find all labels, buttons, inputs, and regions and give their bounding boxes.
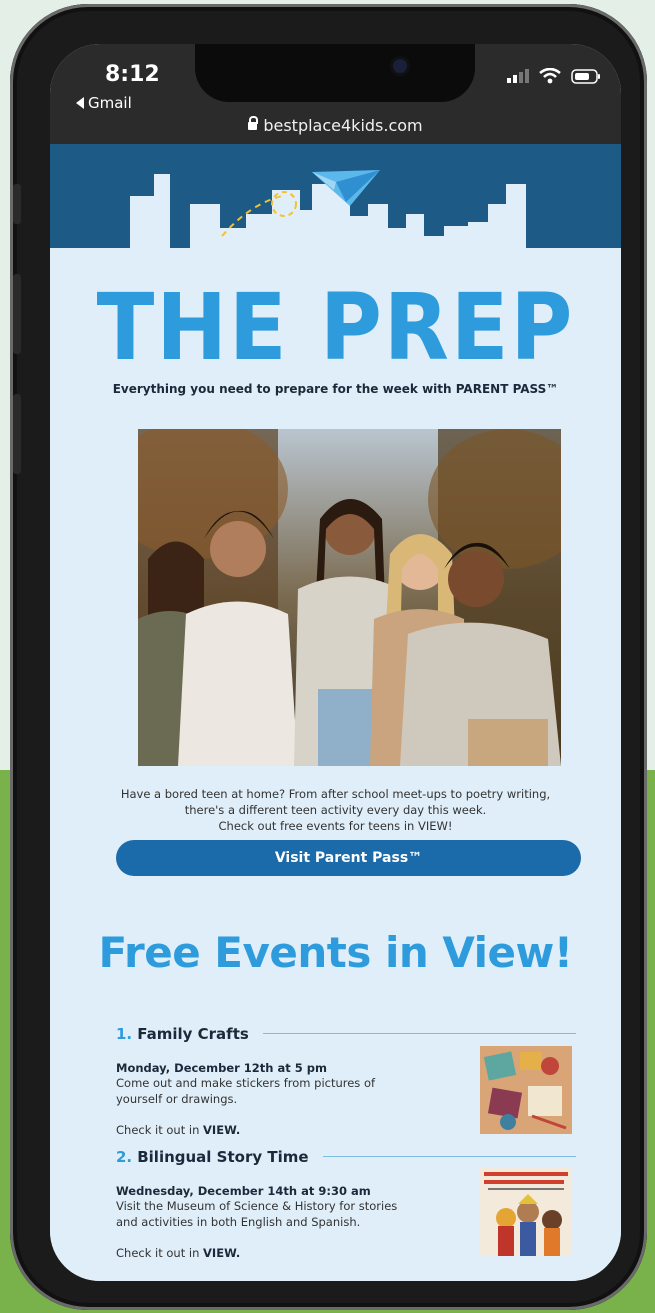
email-body: THE PREP Everything you need to prepare … (50, 144, 621, 1281)
lock-icon (248, 116, 259, 130)
volume-up-button (13, 274, 21, 354)
event-description: Visit the Museum of Science & History fo… (116, 1199, 398, 1229)
story-time-book-image (480, 1168, 572, 1256)
divider (322, 1156, 576, 1157)
event-link-view[interactable]: VIEW. (203, 1123, 240, 1137)
event-title: 1. Family Crafts (116, 1024, 249, 1043)
url-text: bestplace4kids.com (263, 116, 423, 135)
family-crafts-image (480, 1046, 572, 1134)
mute-switch (13, 184, 21, 224)
divider (262, 1033, 576, 1034)
back-to-gmail[interactable]: Gmail (76, 94, 132, 112)
intro-line: there's a different teen activity every … (184, 803, 487, 817)
address-bar[interactable]: bestplace4kids.com (50, 116, 621, 135)
city-skyline-graphic (50, 170, 621, 254)
event-number: 1. (116, 1025, 133, 1043)
clock: 8:12 (105, 62, 160, 87)
signal-icon (507, 69, 529, 83)
event-link-prefix: Check it out in (116, 1123, 200, 1137)
back-app-label: Gmail (88, 94, 132, 112)
event-link-prefix: Check it out in (116, 1246, 200, 1260)
event-name: Family Crafts (137, 1025, 249, 1043)
event-heading: 2. Bilingual Story Time (116, 1147, 576, 1166)
event-description: Come out and make stickers from pictures… (116, 1076, 376, 1106)
newsletter-tagline: Everything you need to prepare for the w… (112, 382, 559, 396)
phone-frame: 8:12 Gmail bestplace4kids.com THE PREP E… (10, 4, 647, 1310)
volume-down-button (13, 394, 21, 474)
section-title: Free Events in View! (98, 928, 573, 977)
header-banner (50, 144, 621, 254)
camera-icon (393, 59, 407, 73)
event-link-view[interactable]: VIEW. (203, 1246, 240, 1260)
phone-screen: 8:12 Gmail bestplace4kids.com THE PREP E… (50, 44, 621, 1281)
visit-parent-pass-button[interactable]: Visit Parent Pass™ (116, 840, 581, 876)
hero-photo (138, 429, 561, 766)
event-name: Bilingual Story Time (137, 1148, 309, 1166)
newsletter-title: THE PREP (96, 274, 575, 381)
chevron-left-icon (76, 97, 84, 109)
event-number: 2. (116, 1148, 133, 1166)
wifi-icon (539, 68, 561, 84)
event-title: 2. Bilingual Story Time (116, 1147, 309, 1166)
notch (195, 44, 475, 102)
intro-line: Check out free events for teens in VIEW! (218, 819, 453, 833)
intro-line: Have a bored teen at home? From after sc… (120, 787, 551, 801)
intro-text: Have a bored teen at home? From after sc… (120, 786, 551, 834)
status-icons (507, 68, 601, 84)
battery-icon (571, 68, 600, 84)
event-heading: 1. Family Crafts (116, 1024, 576, 1043)
